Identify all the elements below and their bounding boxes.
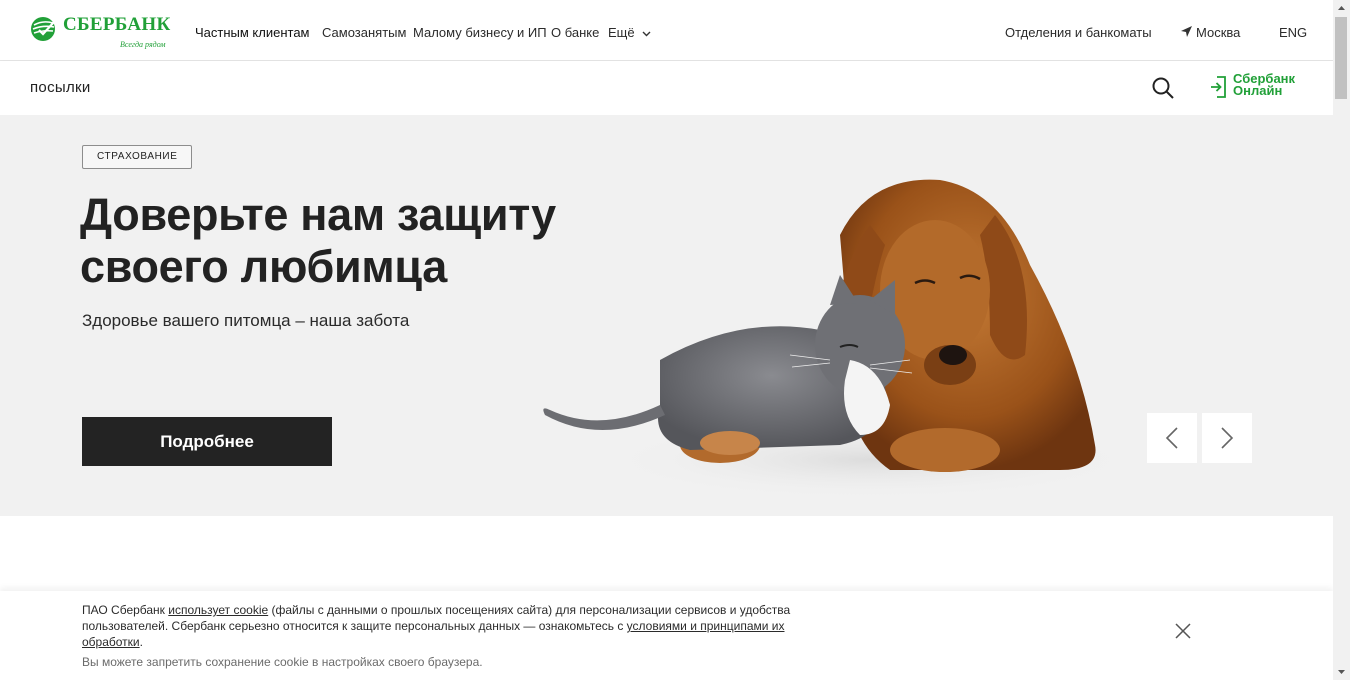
city-label: Москва xyxy=(1196,25,1241,40)
category-badge: СТРАХОВАНИЕ xyxy=(82,145,193,169)
online-label-line2: Онлайн xyxy=(1233,83,1283,98)
section-title: посылки xyxy=(30,79,91,96)
hero-banner: СТРАХОВАНИЕ Доверьте нам защиту своего л… xyxy=(0,115,1333,516)
online-label: Сбербанк Онлайн xyxy=(1233,72,1295,98)
cookie-text-part3: . xyxy=(139,635,143,649)
location-arrow-icon xyxy=(1181,26,1192,37)
nav-more-label: Ещё xyxy=(608,25,635,40)
brand-name: СБЕРБАНК xyxy=(63,14,171,35)
nav-private-clients[interactable]: Частным клиентам xyxy=(195,25,310,40)
nav-self-employed[interactable]: Самозанятым xyxy=(322,25,406,40)
close-icon[interactable] xyxy=(1174,622,1192,640)
nav-about-bank[interactable]: О банке xyxy=(551,25,599,40)
chevron-left-icon xyxy=(1165,427,1178,449)
scrollbar-thumb[interactable] xyxy=(1335,17,1347,99)
sberbank-logo[interactable]: СБЕРБАНК Всегда рядом xyxy=(30,14,170,50)
nav-city[interactable]: Москва xyxy=(1180,25,1240,40)
search-icon[interactable] xyxy=(1151,76,1175,100)
dog-and-cat-image xyxy=(543,179,1120,500)
nav-small-business[interactable]: Малому бизнесу и ИП xyxy=(413,25,547,40)
top-navigation: СБЕРБАНК Всегда рядом Частным клиентам С… xyxy=(0,0,1333,61)
sberbank-online-button[interactable]: Сбербанк Онлайн xyxy=(1209,72,1319,104)
nav-branches-atms[interactable]: Отделения и банкоматы xyxy=(1005,25,1152,40)
cookie-usage-link[interactable]: использует cookie xyxy=(168,603,268,617)
page-scrollbar[interactable] xyxy=(1333,0,1350,680)
cookie-text-part1: ПАО Сбербанк xyxy=(82,603,169,617)
cookie-banner: ПАО Сбербанк использует cookie (файлы с … xyxy=(0,591,1333,680)
scroll-up-icon[interactable] xyxy=(1333,2,1350,14)
brand-tagline: Всегда рядом xyxy=(120,40,166,49)
login-icon xyxy=(1211,76,1226,98)
slider-prev-button[interactable] xyxy=(1147,413,1197,463)
cookie-text: ПАО Сбербанк использует cookie (файлы с … xyxy=(82,602,842,650)
more-details-button[interactable]: Подробнее xyxy=(82,417,332,466)
cookie-note: Вы можете запретить сохранение cookie в … xyxy=(82,655,483,669)
sberbank-logo-icon xyxy=(31,17,55,41)
section-bar: посылки Сбербанк Онлайн xyxy=(0,61,1333,115)
scroll-down-icon[interactable] xyxy=(1333,666,1350,678)
nav-language[interactable]: ENG xyxy=(1279,25,1307,40)
slider-next-button[interactable] xyxy=(1202,413,1252,463)
chevron-right-icon xyxy=(1221,427,1234,449)
hero-subtitle: Здоровье вашего питомца – наша забота xyxy=(82,311,410,330)
nav-more[interactable]: Ещё xyxy=(608,25,651,40)
chevron-down-icon xyxy=(642,31,651,37)
